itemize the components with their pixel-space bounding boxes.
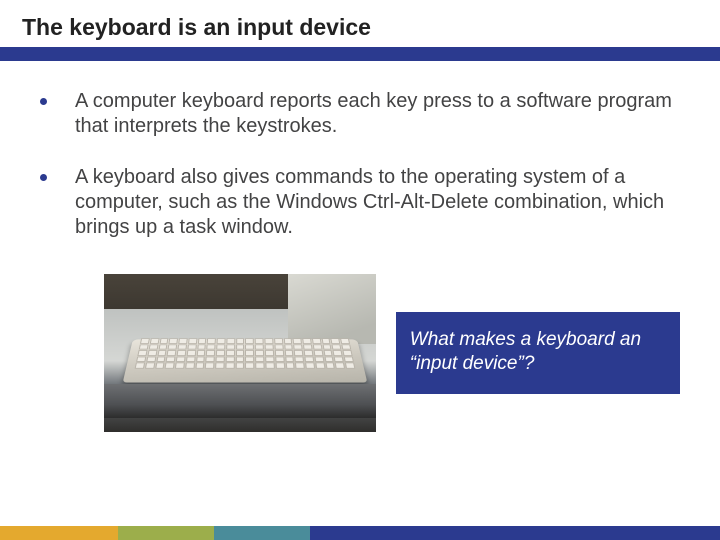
slide: The keyboard is an input device A comput… [0,0,720,540]
bullet-dot-icon [40,174,47,181]
monitor-corner [288,274,376,344]
keyboard-keys [135,338,356,368]
callout-box: What makes a keyboard an “input device”? [396,312,680,394]
footer-seg-gold [0,526,118,540]
keyboard-photo [104,274,376,432]
footer-seg-teal [214,526,310,540]
title-area: The keyboard is an input device [0,0,720,47]
bullet-item: A computer keyboard reports each key pre… [40,89,680,139]
bullet-text: A computer keyboard reports each key pre… [75,89,680,139]
footer-stripe [0,526,720,540]
desk-tray [104,384,376,418]
page-title: The keyboard is an input device [22,14,698,41]
bullet-item: A keyboard also gives commands to the op… [40,165,680,240]
image-and-callout-row: What makes a keyboard an “input device”? [40,266,680,432]
bullet-dot-icon [40,98,47,105]
title-underline-bar [0,47,720,61]
content-area: A computer keyboard reports each key pre… [0,61,720,432]
footer-seg-green [118,526,214,540]
footer-seg-navy [310,526,720,540]
bullet-text: A keyboard also gives commands to the op… [75,165,680,240]
